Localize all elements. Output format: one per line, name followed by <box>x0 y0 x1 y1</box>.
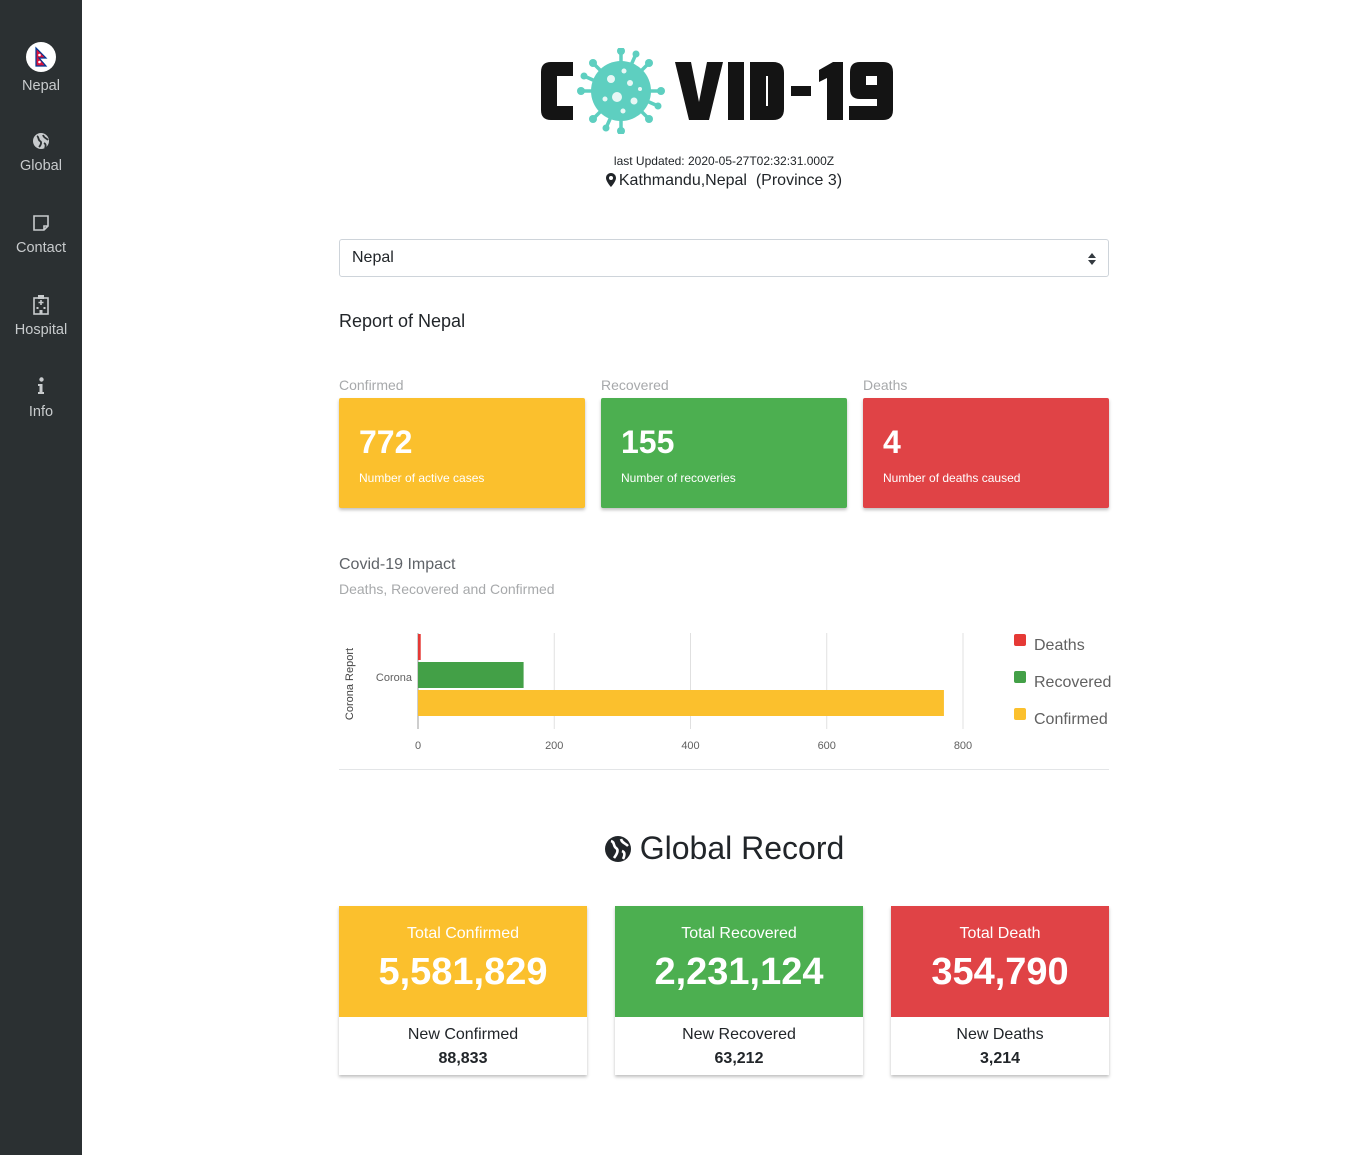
x-tick-label: 400 <box>681 740 699 752</box>
new-confirmed-label: New Confirmed <box>407 1026 519 1043</box>
recovered-card: 155 Number of recoveries <box>601 398 847 508</box>
recovered-value: 155 <box>621 424 675 460</box>
globe-icon <box>0 132 82 152</box>
legend-label-recovered: Recovered <box>1034 674 1111 691</box>
bar-deaths <box>418 634 421 660</box>
covid-logo-art <box>541 47 893 135</box>
location-line: Kathmandu,Nepal (Province 3) <box>82 172 1366 190</box>
country-select[interactable]: Nepal <box>339 239 1109 277</box>
new-deaths-label: New Deaths <box>956 1026 1044 1043</box>
impact-subtitle: Deaths, Recovered and Confirmed <box>339 581 555 597</box>
legend-label-confirmed: Confirmed <box>1034 711 1108 728</box>
virus-icon <box>577 47 665 135</box>
new-confirmed-value: 88,833 <box>438 1050 488 1067</box>
x-tick-label: 600 <box>818 740 836 752</box>
main-content: last Updated: 2020-05-27T02:32:31.000Z K… <box>82 0 1366 1155</box>
deaths-value: 4 <box>883 424 901 460</box>
x-tick-label: 800 <box>954 740 972 752</box>
sidebar-item-label: Info <box>28 404 54 420</box>
confirmed-card: 772 Number of active cases <box>339 398 585 508</box>
recovered-desc: Number of recoveries <box>621 471 736 485</box>
deaths-desc: Number of deaths caused <box>883 471 1021 485</box>
x-tick-label: 200 <box>545 740 563 752</box>
global-title-text: Global Record <box>639 830 845 866</box>
x-tick-label: 0 <box>415 740 421 752</box>
report-title: Report of Nepal <box>339 311 466 331</box>
country-select-value: Nepal <box>352 249 394 266</box>
global-record-title: Global Record <box>82 830 1366 867</box>
global-death-top: Total Death 354,790 <box>891 906 1109 1017</box>
bar-confirmed <box>418 690 944 716</box>
sidebar-item-info[interactable]: Info <box>0 377 82 420</box>
new-recovered-value: 63,212 <box>714 1050 764 1067</box>
sidebar-item-label: Hospital <box>14 322 68 338</box>
recovered-label: Recovered <box>601 377 669 393</box>
bar-recovered <box>418 662 524 688</box>
total-recovered-value: 2,231,124 <box>654 951 824 993</box>
info-icon <box>0 377 82 398</box>
total-confirmed-value: 5,581,829 <box>378 951 548 993</box>
sidebar-item-nepal[interactable]: Nepal <box>0 42 82 94</box>
new-recovered-label: New Recovered <box>682 1026 796 1043</box>
total-confirmed-label: Total Confirmed <box>406 925 520 942</box>
note-icon <box>0 214 82 234</box>
global-recovered-bottom: New Recovered 63,212 <box>615 1017 863 1068</box>
sidebar-item-hospital[interactable]: Hospital <box>0 295 82 338</box>
location-text: Kathmandu,Nepal (Province 3) <box>618 172 843 189</box>
legend-swatch-confirmed <box>1014 708 1026 720</box>
globe-icon <box>604 836 631 862</box>
global-confirmed-top: Total Confirmed 5,581,829 <box>339 906 587 1017</box>
sidebar-item-label: Nepal <box>22 78 60 94</box>
global-death-card: Total Death 354,790 New Deaths 3,214 <box>891 906 1109 1075</box>
impact-bar-chart: 0 200 400 600 800 Corona Report Corona Deaths Re… <box>344 633 1111 752</box>
confirmed-value: 772 <box>359 424 413 460</box>
legend-swatch-deaths <box>1014 634 1026 646</box>
deaths-label: Deaths <box>863 377 908 393</box>
sidebar: Nepal Global Contact Hospital Info <box>0 0 82 1155</box>
global-recovered-top: Total Recovered 2,231,124 <box>615 906 863 1017</box>
global-death-bottom: New Deaths 3,214 <box>891 1017 1109 1068</box>
legend-label-deaths: Deaths <box>1034 637 1085 654</box>
total-death-label: Total Death <box>959 925 1041 942</box>
global-confirmed-card: Total Confirmed 5,581,829 New Confirmed … <box>339 906 587 1075</box>
deaths-card: 4 Number of deaths caused <box>863 398 1109 508</box>
nepal-flag-icon <box>0 42 82 72</box>
new-deaths-value: 3,214 <box>979 1050 1021 1067</box>
select-caret-icon <box>1088 252 1096 270</box>
hospital-icon <box>0 295 82 316</box>
legend-swatch-recovered <box>1014 671 1026 683</box>
last-updated: last Updated: 2020-05-27T02:32:31.000Z <box>613 154 835 168</box>
confirmed-label: Confirmed <box>339 377 404 393</box>
sidebar-item-label: Global <box>20 158 62 174</box>
sidebar-item-contact[interactable]: Contact <box>0 214 82 256</box>
category-label: Corona <box>376 672 413 684</box>
global-confirmed-bottom: New Confirmed 88,833 <box>339 1017 587 1068</box>
impact-title: Covid-19 Impact <box>339 556 456 573</box>
total-recovered-label: Total Recovered <box>681 925 797 942</box>
sidebar-item-global[interactable]: Global <box>0 132 82 174</box>
confirmed-desc: Number of active cases <box>359 471 485 485</box>
section-divider <box>339 769 1109 770</box>
sidebar-item-label: Contact <box>16 240 66 256</box>
covid-logo <box>537 47 917 135</box>
y-axis-label: Corona Report <box>344 648 356 720</box>
map-marker-icon <box>605 173 616 187</box>
total-death-value: 354,790 <box>931 951 1069 993</box>
global-recovered-card: Total Recovered 2,231,124 New Recovered … <box>615 906 863 1075</box>
